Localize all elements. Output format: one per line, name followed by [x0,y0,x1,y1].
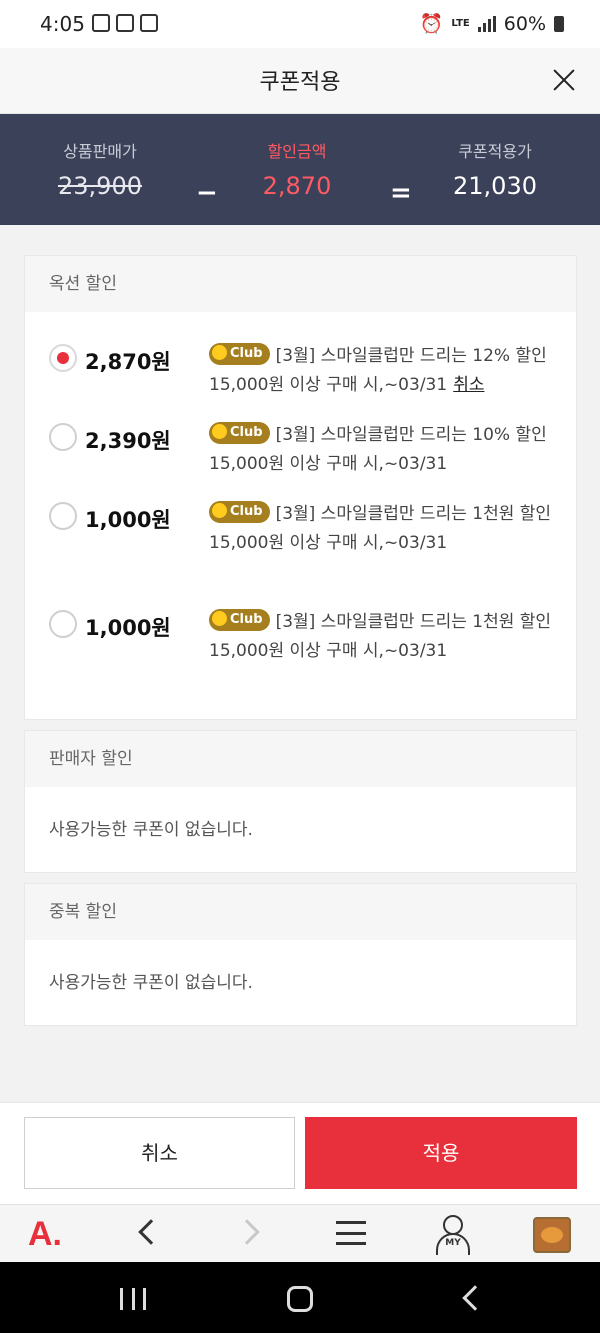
original-price: 23,900 [58,172,142,200]
original-price-block: 상품판매가 23,900 [10,138,190,200]
club-badge: Club [209,609,270,631]
forward-arrow-icon[interactable] [234,1219,260,1245]
recent-apps-icon[interactable] [120,1288,146,1310]
club-badge: Club [209,343,270,365]
smile-club-icon [212,503,227,518]
coupon-amount: 2,870원 [85,350,171,374]
coupon-header: 쿠폰적용 [0,48,600,114]
coupon-amount: 1,000원 [85,508,171,532]
coupon-title: [3월] 스마일클럽만 드리는 12% 할인 [275,346,547,366]
coupon-condition: 15,000원 이상 구매 시,~03/31 [209,375,448,395]
coupon-title: [3월] 스마일클럽만 드리는 1천원 할인 [275,504,552,524]
final-price: 21,030 [453,172,537,200]
system-nav-bar [0,1262,600,1333]
section-title: 옥션 할인 [25,256,576,312]
coupon-radio[interactable] [49,610,77,638]
gallery-icon [92,14,110,32]
page-title: 쿠폰적용 [259,70,341,95]
recent-item-thumbnail[interactable] [533,1217,571,1253]
auction-discount-section: 옥션 할인 2,870원 Club [3월] 스마일클럽만 드리는 12% 할인 … [24,255,577,720]
final-price-label: 쿠폰적용가 [458,142,532,161]
close-button[interactable] [548,64,580,96]
section-title: 중복 할인 [25,884,576,940]
app-notification-icon [116,14,134,32]
play-icon [140,14,158,32]
coupon-description: Club [3월] 스마일클럽만 드리는 1천원 할인 15,000원 이상 구매… [209,608,559,666]
action-bar: 취소 적용 [0,1102,600,1204]
my-page-icon[interactable]: MY [436,1215,470,1255]
price-summary: 상품판매가 23,900 − 할인금액 2,870 = 쿠폰적용가 21,030 [0,114,600,225]
empty-coupon-message: 사용가능한 쿠폰이 없습니다. [49,820,253,840]
coupon-amount: 2,390원 [85,429,171,453]
empty-coupon-message: 사용가능한 쿠폰이 없습니다. [49,973,253,993]
duplicate-discount-section: 중복 할인 사용가능한 쿠폰이 없습니다. [24,883,577,1026]
seller-discount-section: 판매자 할인 사용가능한 쿠폰이 없습니다. [24,730,577,873]
user-head-icon [443,1215,463,1235]
notification-icons [92,14,158,32]
coupon-description: Club [3월] 스마일클럽만 드리는 1천원 할인 15,000원 이상 구매… [209,500,559,558]
smile-club-icon [212,345,227,360]
apply-button[interactable]: 적용 [305,1117,577,1189]
discount-amount-block: 할인금액 2,870 [207,138,387,200]
system-back-icon[interactable] [462,1285,488,1311]
smile-club-icon [212,611,227,626]
my-label: MY [445,1238,461,1248]
signal-icon [477,15,496,32]
back-arrow-icon[interactable] [138,1219,164,1245]
lte-indicator: LTE [451,17,470,29]
coupon-cancel-link[interactable]: 취소 [453,375,484,395]
coupon-description: Club [3월] 스마일클럽만 드리는 10% 할인 15,000원 이상 구매… [209,421,559,479]
original-price-label: 상품판매가 [63,142,137,161]
coupon-description: Club [3월] 스마일클럽만 드리는 12% 할인 15,000원 이상 구매… [209,342,559,400]
club-badge: Club [209,422,270,444]
discount-amount: 2,870 [262,172,332,200]
menu-icon[interactable] [336,1221,366,1245]
status-right: ⏰ LTE 60% [420,12,564,35]
discount-amount-label: 할인금액 [267,142,327,161]
coupon-amount: 1,000원 [85,616,171,640]
coupon-condition: 15,000원 이상 구매 시,~03/31 [209,533,448,553]
coupon-title: [3월] 스마일클럽만 드리는 1천원 할인 [275,612,552,632]
battery-percent: 60% [503,12,546,35]
smile-club-icon [212,424,227,439]
coupon-title: [3월] 스마일클럽만 드리는 10% 할인 [275,425,547,445]
final-price-block: 쿠폰적용가 21,030 [405,138,585,200]
coupon-radio-selected[interactable] [49,344,77,372]
coupon-condition: 15,000원 이상 구매 시,~03/31 [209,454,448,474]
coupon-condition: 15,000원 이상 구매 시,~03/31 [209,641,448,661]
cancel-button[interactable]: 취소 [24,1117,295,1189]
section-title: 판매자 할인 [25,731,576,787]
coupon-radio[interactable] [49,423,77,451]
status-bar: 4:05 ⏰ LTE 60% [0,0,600,48]
club-badge: Club [209,501,270,523]
coupon-radio[interactable] [49,502,77,530]
status-time: 4:05 [40,12,85,36]
alarm-icon: ⏰ [419,13,444,35]
home-icon[interactable] [287,1286,313,1312]
battery-icon [554,15,564,32]
browser-nav-bar: A. MY [0,1204,600,1262]
auction-logo[interactable]: A. [28,1215,62,1254]
